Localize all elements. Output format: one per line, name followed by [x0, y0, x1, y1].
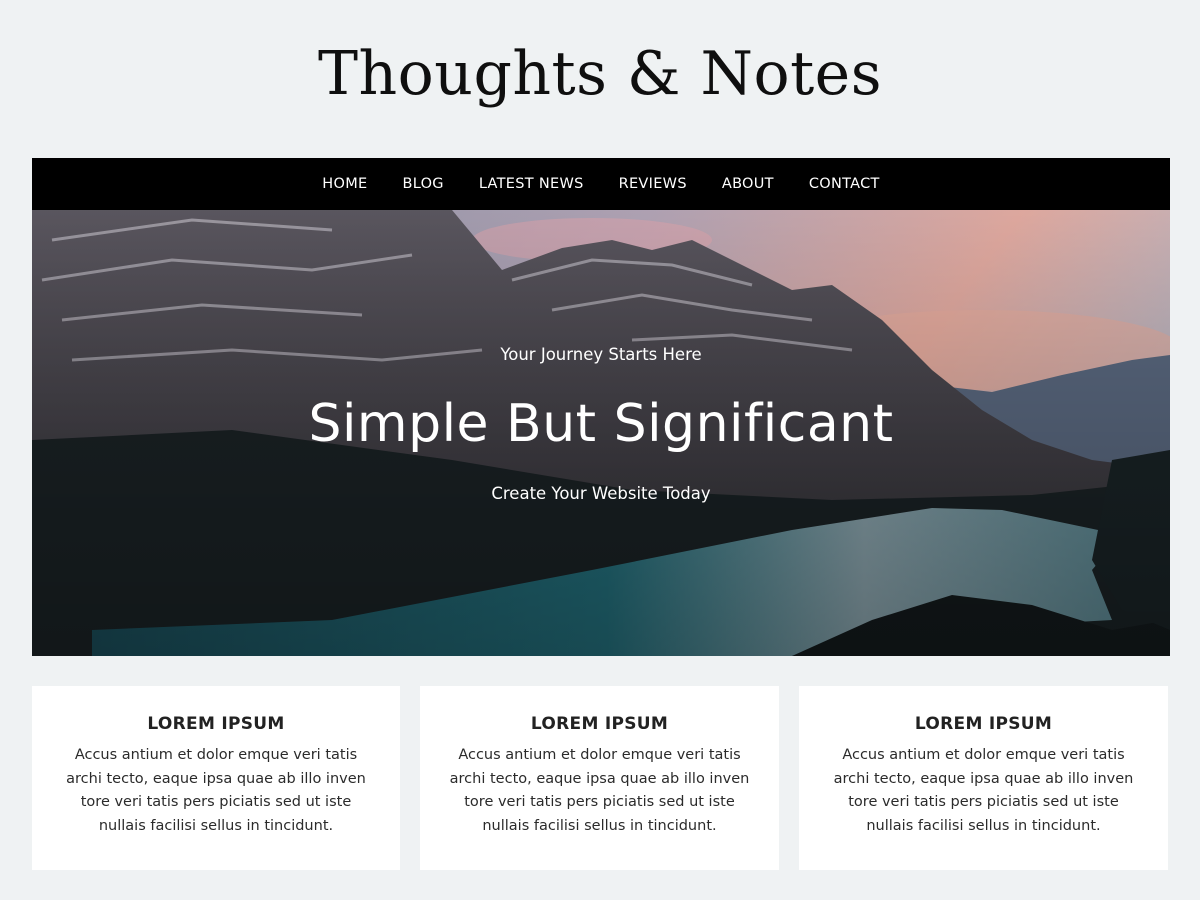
feature-card-title: LOREM IPSUM	[147, 714, 285, 734]
feature-card-title: LOREM IPSUM	[914, 714, 1053, 734]
hero-title: Simple But Significant	[308, 394, 894, 454]
feature-card-title: LOREM IPSUM	[530, 714, 669, 734]
feature-card-line: nullais facilisi sellus in tincidunt.	[482, 817, 717, 834]
nav-item-contact[interactable]: CONTACT	[809, 176, 880, 192]
feature-card-text: Accus antium et dolor emque veri tatis a…	[799, 744, 1168, 838]
feature-card: LOREM IPSUM Accus antium et dolor emque …	[799, 686, 1168, 870]
nav-item-blog[interactable]: BLOG	[402, 176, 443, 192]
hero-kicker: Your Journey Starts Here	[500, 345, 702, 364]
feature-card-line: archi tecto, eaque ipsa quae ab illo inv…	[66, 770, 366, 787]
feature-card-line: archi tecto, eaque ipsa quae ab illo inv…	[833, 770, 1134, 787]
feature-card: LOREM IPSUM Accus antium et dolor emque …	[420, 686, 779, 870]
hero-subtitle: Create Your Website Today	[491, 484, 711, 503]
site-title[interactable]: Thoughts & Notes	[0, 34, 1200, 114]
feature-card-line: Accus antium et dolor emque veri tatis	[74, 747, 358, 763]
feature-card-line: nullais facilisi sellus in tincidunt.	[866, 817, 1101, 834]
feature-card-text: Accus antium et dolor emque veri tatis a…	[32, 744, 400, 838]
feature-card-line: Accus antium et dolor emque veri tatis	[842, 747, 1125, 763]
nav-item-reviews[interactable]: REVIEWS	[619, 176, 687, 192]
nav-item-home[interactable]: HOME	[322, 176, 367, 192]
nav-item-about[interactable]: ABOUT	[722, 176, 774, 192]
hero-banner: Your Journey Starts Here Simple But Sign…	[32, 210, 1170, 656]
feature-card-line: Accus antium et dolor emque veri tatis	[458, 747, 741, 763]
feature-card-line: nullais facilisi sellus in tincidunt.	[98, 817, 334, 834]
feature-card-line: tore veri tatis pers piciatis sed ut ist…	[464, 794, 735, 810]
feature-card-line: archi tecto, eaque ipsa quae ab illo inv…	[449, 770, 750, 787]
feature-card-text: Accus antium et dolor emque veri tatis a…	[420, 744, 779, 838]
nav-item-latest-news[interactable]: LATEST NEWS	[479, 176, 584, 192]
feature-card: LOREM IPSUM Accus antium et dolor emque …	[32, 686, 400, 870]
main-nav: HOME BLOG LATEST NEWS REVIEWS ABOUT CONT…	[32, 158, 1170, 210]
feature-card-line: tore veri tatis pers piciatis sed ut ist…	[848, 794, 1119, 810]
feature-card-line: tore veri tatis pers piciatis sed ut ist…	[80, 794, 352, 810]
